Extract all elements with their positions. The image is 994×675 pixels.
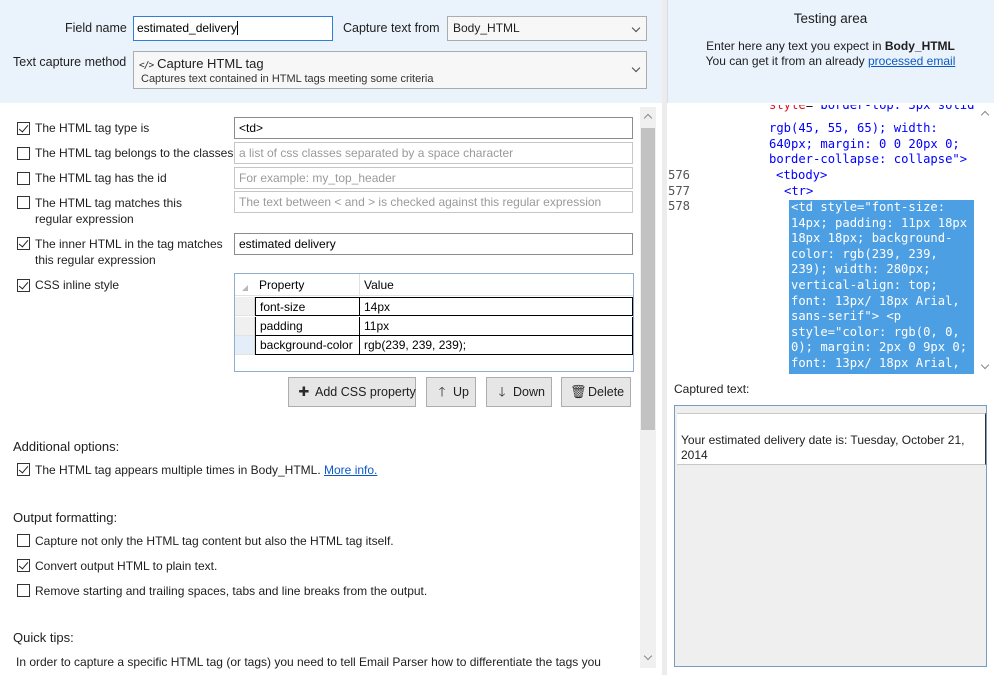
inner-html-checkbox[interactable] (17, 237, 30, 250)
grid-cell-value[interactable]: 14px (360, 297, 633, 316)
line-number: 577 (667, 184, 690, 198)
field-name-label: Field name (65, 21, 127, 35)
line-number: 576 (667, 168, 690, 182)
grid-row[interactable]: padding 11px (235, 317, 633, 336)
grid-row-header[interactable] (235, 336, 255, 355)
arrow-down-icon: 🡓 (498, 384, 506, 399)
inner-html-input[interactable]: estimated delivery (234, 233, 633, 255)
css-inline-label: CSS inline style (35, 278, 120, 292)
plain-text-checkbox[interactable] (17, 559, 30, 572)
grid-cell-property[interactable]: padding (255, 317, 360, 336)
left-scrollbar-thumb[interactable] (641, 128, 655, 430)
arrow-up-icon: 🡑 (438, 384, 446, 399)
scroll-up-icon[interactable] (643, 113, 653, 123)
captured-text-value-box: Your estimated delivery date is: Tuesday… (677, 413, 986, 465)
grid-row-header[interactable] (235, 317, 255, 336)
trim-spaces-checkbox[interactable] (17, 584, 30, 597)
field-name-input[interactable]: estimated_delivery (133, 16, 333, 41)
multiple-times-label: The HTML tag appears multiple times in B… (35, 463, 378, 477)
tag-classes-placeholder: a list of css classes separated by a spa… (239, 146, 514, 160)
grid-cell-value[interactable]: rgb(239, 239, 239); (360, 336, 633, 355)
additional-options-title: Additional options: (13, 439, 120, 454)
grid-row-header[interactable] (235, 297, 255, 316)
chevron-down-icon (631, 23, 641, 33)
grid-header-row: Property Value (235, 274, 633, 296)
corner-triangle-icon (242, 285, 248, 291)
testing-instructions: Enter here any text you expect in Body_H… (705, 39, 956, 68)
tag-id-input[interactable]: For example: my_top_header (234, 167, 633, 189)
include-tag-checkbox[interactable] (17, 534, 30, 547)
captured-text-label: Captured text: (674, 382, 750, 396)
testing-area-title: Testing area (793, 11, 868, 26)
tag-type-label: The HTML tag type is (35, 121, 150, 135)
plain-text-label: Convert output HTML to plain text. (35, 559, 218, 573)
captured-text-value: Your estimated delivery date is: Tuesday… (681, 433, 965, 462)
capture-from-label: Capture text from (343, 21, 440, 35)
scroll-down-icon[interactable] (980, 360, 990, 370)
move-up-button[interactable]: 🡑 Up (426, 377, 476, 407)
include-tag-label: Capture not only the HTML tag content bu… (35, 534, 394, 548)
capture-from-value: Body_HTML (453, 21, 520, 35)
code-line: border-collapse: collapse"> (769, 152, 968, 166)
trim-spaces-label: Remove starting and trailing spaces, tab… (35, 584, 428, 598)
multiple-times-checkbox[interactable] (17, 463, 30, 476)
scroll-down-icon[interactable] (643, 651, 653, 661)
line-number: 578 (667, 199, 690, 213)
selected-code: <td style="font-size: 14px; padding: 11p… (791, 200, 968, 370)
method-subtitle: Captures text contained in HTML tags mee… (141, 73, 434, 85)
inner-html-value: estimated delivery (239, 237, 336, 251)
code-line-tr: <tr> (784, 184, 814, 198)
scroll-up-icon[interactable] (980, 110, 990, 120)
tag-classes-label: The HTML tag belongs to the classes (35, 146, 234, 160)
tag-regex-placeholder: The text between < and > is checked agai… (239, 195, 602, 209)
code-line-tbody: <tbody> (776, 168, 828, 182)
css-inline-checkbox[interactable] (17, 279, 30, 292)
tag-id-placeholder: For example: my_top_header (239, 171, 396, 185)
more-info-link[interactable]: More info. (324, 463, 377, 477)
processed-email-link[interactable]: processed email (868, 54, 955, 68)
capture-method-select[interactable]: </> Capture HTML tag Captures text contai… (133, 51, 647, 89)
grid-row[interactable]: font-size 14px (235, 297, 633, 316)
quick-tips-title: Quick tips: (13, 630, 74, 645)
field-name-value: estimated_delivery (137, 21, 238, 35)
grid-corner (235, 274, 255, 296)
tag-regex-label: The HTML tag matches this regular express… (35, 196, 182, 226)
grid-row[interactable]: background-color rgb(239, 239, 239); (235, 336, 633, 355)
code-line: 640px; margin: 0 0 20px 0; (769, 137, 960, 151)
chevron-down-icon (631, 63, 641, 73)
tag-regex-input[interactable]: The text between < and > is checked agai… (234, 191, 633, 213)
tag-classes-input[interactable]: a list of css classes separated by a spa… (234, 142, 633, 164)
tag-type-input[interactable]: <td> (234, 117, 633, 139)
plus-icon: ✚ (298, 384, 310, 399)
method-title: Capture HTML tag (157, 56, 264, 71)
tag-id-checkbox[interactable] (17, 172, 30, 185)
tag-id-label: The HTML tag has the id (35, 171, 167, 185)
quick-tips-text: In order to capture a specific HTML tag … (16, 655, 601, 669)
tag-type-checkbox[interactable] (17, 122, 30, 135)
text-caret (237, 21, 239, 35)
css-property-grid[interactable]: Property Value font-size 14px padding 11… (234, 273, 634, 372)
capture-method-label: Text capture method (13, 55, 127, 69)
output-formatting-title: Output formatting: (13, 510, 118, 525)
inner-html-label: The inner HTML in the tag matches this re… (35, 237, 223, 267)
tag-classes-checkbox[interactable] (17, 147, 30, 160)
grid-header-property[interactable]: Property (255, 274, 360, 296)
move-down-button[interactable]: 🡓 Down (486, 377, 552, 407)
grid-cell-property[interactable]: background-color (255, 336, 360, 355)
grid-header-value[interactable]: Value (360, 274, 633, 296)
tag-regex-checkbox[interactable] (17, 196, 30, 209)
tag-type-value: <td> (239, 121, 264, 135)
code-line: rgb(45, 55, 65); width: (769, 121, 938, 135)
grid-cell-property[interactable]: font-size (255, 297, 360, 316)
trash-icon: 🗑 (570, 384, 587, 399)
add-css-property-button[interactable]: ✚ Add CSS property (288, 377, 416, 407)
capture-from-select[interactable]: Body_HTML (447, 16, 647, 41)
delete-button[interactable]: 🗑Delete (561, 377, 631, 407)
code-tag-icon: </> (139, 60, 154, 71)
editor-scrollbar[interactable] (978, 104, 992, 374)
grid-cell-value[interactable]: 11px (360, 317, 633, 336)
